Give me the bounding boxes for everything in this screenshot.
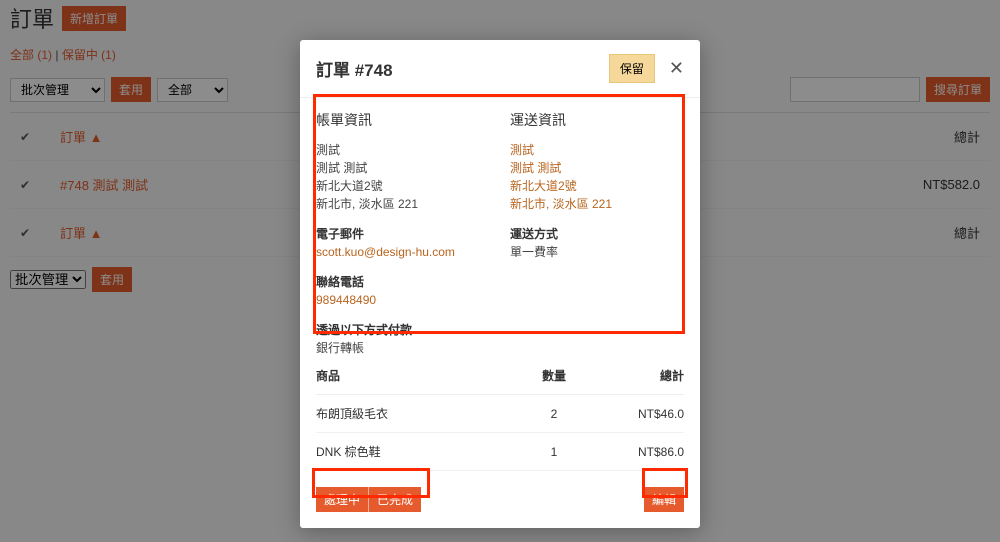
pay-method: 銀行轉帳 [316,341,364,355]
shipping-addr1[interactable]: 新北大道2號 [510,179,577,193]
product-name: 布朗頂級毛衣 [316,405,514,422]
billing-addr1: 新北大道2號 [316,177,490,195]
billing-name2: 測試 測試 [316,159,490,177]
complete-button[interactable]: 已完成 [369,487,421,512]
col-product: 商品 [316,367,514,384]
billing-title: 帳單資訊 [316,110,490,131]
modal-title: 訂單 #748 [316,56,609,81]
order-modal: 訂單 #748 保留 ✕ 帳單資訊 測試 測試 測試 新北大道2號 新北市, 淡… [300,40,700,528]
billing-addr2: 新北市, 淡水區 221 [316,195,490,213]
shipping-name2[interactable]: 測試 測試 [510,161,561,175]
shipping-title: 運送資訊 [510,110,684,131]
product-qty: 2 [514,407,594,421]
shipping-addr2[interactable]: 新北市, 淡水區 221 [510,197,612,211]
product-table-head: 商品 數量 總計 [316,357,684,395]
shipping-name[interactable]: 測試 [510,143,534,157]
ship-label: 運送方式 [510,225,684,243]
product-row: DNK 棕色鞋 1 NT$86.0 [316,433,684,471]
ship-method: 單一費率 [510,245,558,259]
hold-button[interactable]: 保留 [609,54,655,83]
close-icon[interactable]: ✕ [669,58,684,79]
col-subtotal: 總計 [594,367,684,384]
modal-overlay: 訂單 #748 保留 ✕ 帳單資訊 測試 測試 測試 新北大道2號 新北市, 淡… [0,0,1000,542]
email-label: 電子郵件 [316,225,490,243]
product-qty: 1 [514,445,594,459]
col-qty: 數量 [514,367,594,384]
processing-button[interactable]: 處理中 [316,487,369,512]
product-row: 布朗頂級毛衣 2 NT$46.0 [316,395,684,433]
product-total: NT$86.0 [594,445,684,459]
billing-name: 測試 [316,141,490,159]
phone-label: 聯絡電話 [316,273,490,291]
shipping-info: 運送資訊 測試 測試 測試 新北大道2號 新北市, 淡水區 221 運送方式 單… [510,110,684,357]
billing-phone-link[interactable]: 989448490 [316,293,376,307]
billing-info: 帳單資訊 測試 測試 測試 新北大道2號 新北市, 淡水區 221 電子郵件 s… [316,110,490,357]
billing-email-link[interactable]: scott.kuo@design-hu.com [316,245,455,259]
product-total: NT$46.0 [594,407,684,421]
pay-label: 透過以下方式付款 [316,321,490,339]
edit-button[interactable]: 編輯 [644,487,684,512]
product-name: DNK 棕色鞋 [316,443,514,460]
